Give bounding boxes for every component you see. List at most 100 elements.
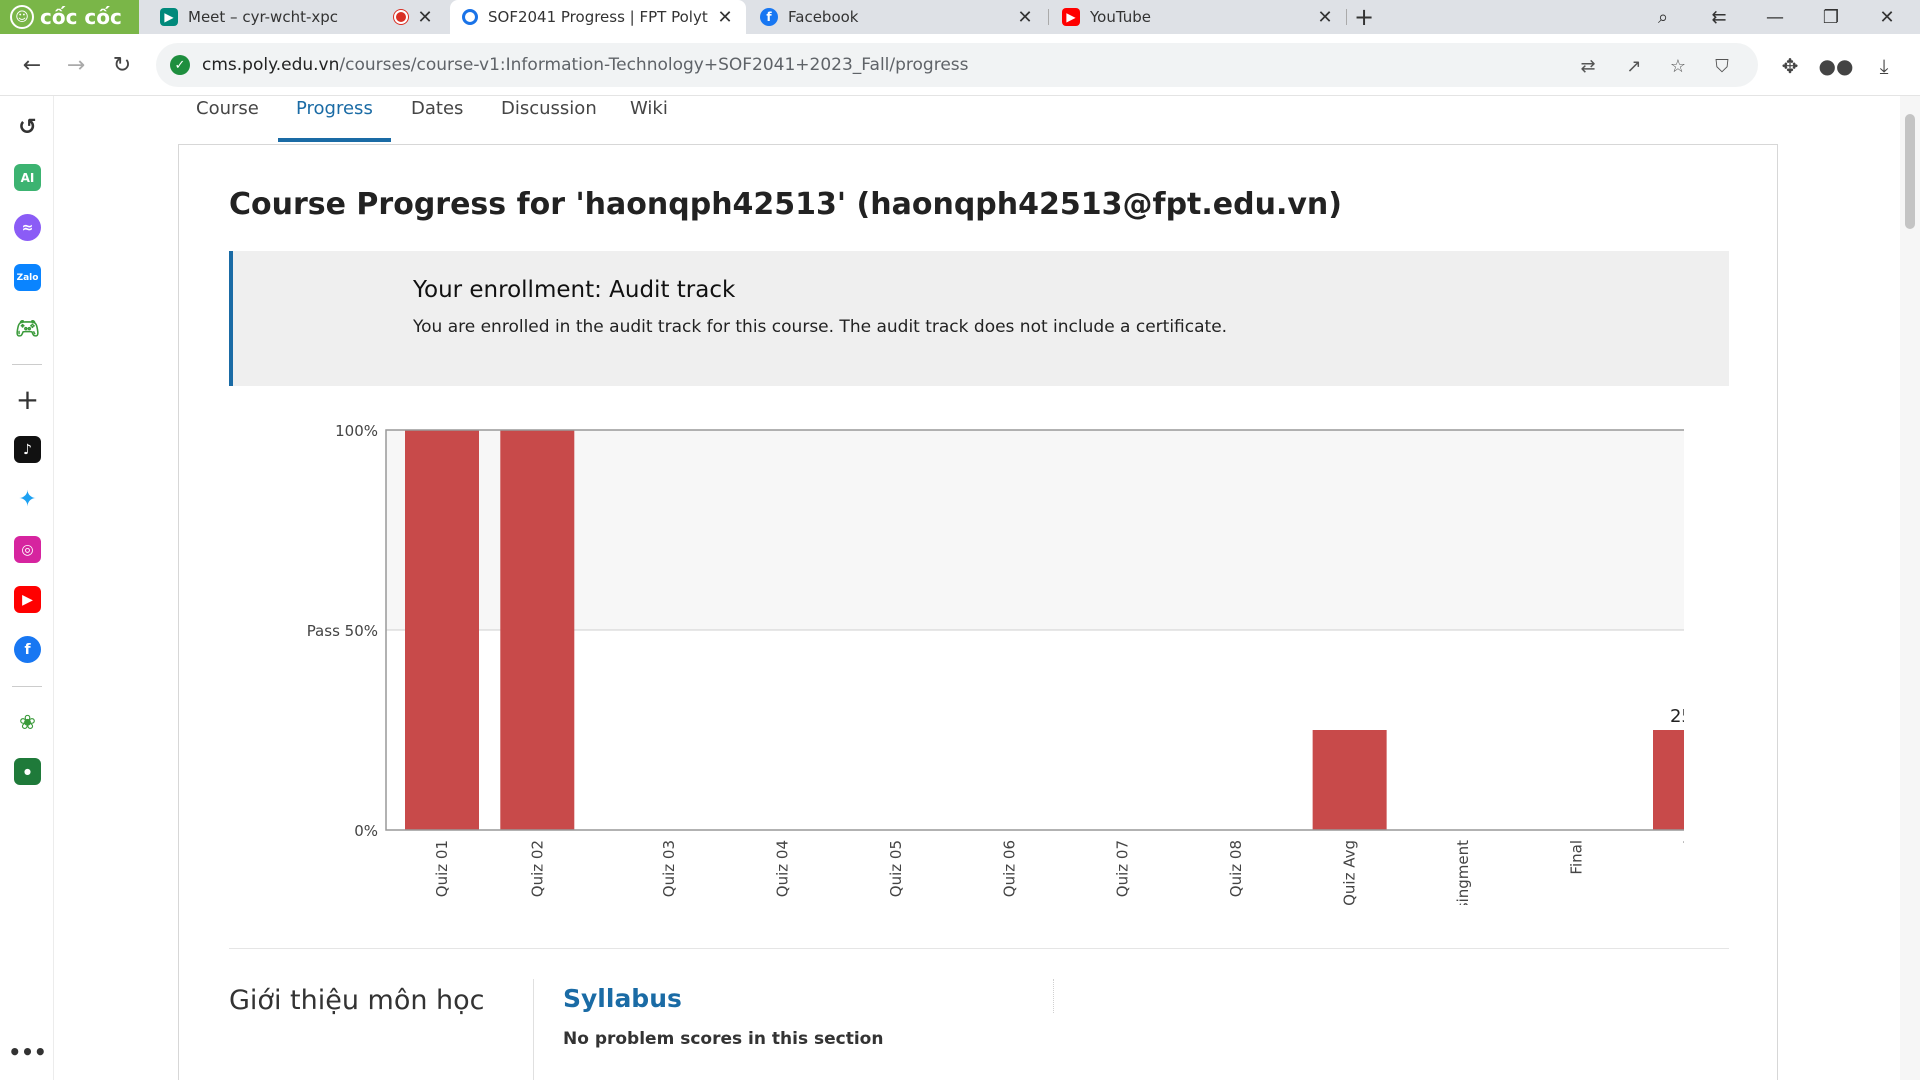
tab-facebook[interactable]: f Facebook ✕ bbox=[748, 0, 1046, 34]
tab-youtube[interactable]: ▶ YouTube ✕ bbox=[1050, 0, 1346, 34]
x-tick-label: Quiz 01 bbox=[433, 840, 451, 897]
section-separator bbox=[1053, 979, 1054, 1013]
tab-label: Progress bbox=[296, 98, 373, 119]
page-content: Course Progress Dates Discussion Wiki Co… bbox=[55, 96, 1900, 1080]
scrollbar-thumb[interactable] bbox=[1905, 114, 1915, 229]
new-tab-icon[interactable]: + bbox=[1336, 0, 1392, 34]
secure-lock-icon: ✓ bbox=[170, 55, 190, 75]
coccoc-extra-icon[interactable]: ❀ bbox=[14, 708, 41, 735]
close-window-icon[interactable]: ✕ bbox=[1859, 0, 1915, 34]
tab-meet[interactable]: ▶ Meet – cyr-wcht-xpc ✕ bbox=[148, 0, 446, 34]
back-icon[interactable]: ← bbox=[16, 49, 48, 81]
browser-tab-bar: ☺ cốc cốc ▶ Meet – cyr-wcht-xpc ✕ SOF204… bbox=[0, 0, 1920, 34]
coccoc-brand[interactable]: ☺ cốc cốc bbox=[0, 0, 139, 34]
tab-discussion[interactable]: Discussion bbox=[501, 96, 597, 144]
youtube-icon: ▶ bbox=[1062, 8, 1080, 26]
y-tick-label: 100% bbox=[335, 425, 378, 440]
tab-wiki[interactable]: Wiki bbox=[630, 96, 668, 144]
no-scores-note: No problem scores in this section bbox=[563, 1029, 884, 1049]
game-controller-icon[interactable]: 🎮︎ bbox=[14, 314, 41, 341]
tab-search-icon[interactable]: ⌕ bbox=[1635, 0, 1691, 34]
khoai-icon[interactable]: ● bbox=[14, 758, 41, 785]
y-tick-label: Pass 50% bbox=[307, 622, 378, 640]
tab-progress[interactable]: SOF2041 Progress | FPT Polytechnic ✕ bbox=[450, 0, 746, 34]
recording-icon bbox=[394, 10, 408, 24]
share-icon[interactable]: ↗ bbox=[1622, 54, 1646, 78]
instagram-icon[interactable]: ◎ bbox=[14, 536, 41, 563]
forward-icon[interactable]: → bbox=[60, 49, 92, 81]
close-tab-icon[interactable]: ✕ bbox=[1316, 7, 1334, 28]
page-title: Course Progress for 'haonqph42513' (haon… bbox=[229, 187, 1342, 222]
bar-quiz-01 bbox=[405, 430, 479, 830]
messenger-icon[interactable]: ≈ bbox=[14, 214, 41, 241]
progress-card: Course Progress for 'haonqph42513' (haon… bbox=[178, 144, 1778, 1080]
enrollment-text: You are enrolled in the audit track for … bbox=[413, 317, 1228, 337]
ai-assistant-icon[interactable]: AI bbox=[14, 164, 41, 191]
course-nav: Course Progress Dates Discussion Wiki bbox=[55, 96, 1900, 144]
close-tab-icon[interactable]: ✕ bbox=[716, 7, 734, 28]
x-tick-label: Quiz 07 bbox=[1114, 840, 1132, 897]
tab-title: YouTube bbox=[1090, 8, 1151, 26]
subsection-title[interactable]: Syllabus bbox=[563, 984, 682, 1013]
history-icon[interactable]: ↺ bbox=[14, 114, 41, 141]
profile-icon[interactable]: ●● bbox=[1819, 53, 1854, 79]
close-tab-icon[interactable]: ✕ bbox=[416, 7, 434, 28]
x-tick-label: Assingment bbox=[1454, 840, 1472, 905]
x-tick-label: Final bbox=[1568, 840, 1586, 875]
back-history-icon[interactable]: ⇇ bbox=[1691, 0, 1747, 34]
browser-sidebar: ↺ AI ≈ Zalo 🎮︎ + ♪ ✦ ◎ ▶ f ❀ ● ••• bbox=[0, 96, 54, 1080]
address-bar[interactable]: ✓ cms.poly.edu.vn/courses/course-v1:Info… bbox=[156, 43, 1758, 87]
bookmark-star-icon[interactable]: ☆ bbox=[1666, 54, 1690, 78]
section-title: Giới thiệu môn học bbox=[229, 985, 485, 1016]
page-scrollbar[interactable] bbox=[1900, 96, 1920, 1080]
sidebar-divider bbox=[12, 364, 42, 365]
coccoc-logo-icon: ☺ bbox=[10, 5, 34, 29]
restore-icon[interactable]: ❐ bbox=[1803, 0, 1859, 34]
section-separator bbox=[533, 979, 534, 1080]
more-icon[interactable]: ••• bbox=[8, 1038, 46, 1065]
reload-icon[interactable]: ↻ bbox=[106, 49, 138, 81]
data-label: 25% bbox=[1670, 706, 1684, 727]
sidebar-divider bbox=[12, 686, 42, 687]
section-divider bbox=[229, 948, 1729, 949]
twitter-icon[interactable]: ✦ bbox=[14, 486, 41, 513]
add-app-icon[interactable]: + bbox=[14, 383, 41, 416]
tab-separator bbox=[1048, 9, 1049, 25]
tab-label: Dates bbox=[411, 98, 464, 119]
tiktok-icon[interactable]: ♪ bbox=[14, 436, 41, 463]
enrollment-banner: Your enrollment: Audit track You are enr… bbox=[229, 251, 1729, 386]
shield-icon[interactable]: ⛉ bbox=[1710, 54, 1734, 78]
download-icon[interactable]: ⤓ bbox=[1871, 53, 1897, 79]
tab-course[interactable]: Course bbox=[196, 96, 259, 144]
tab-label: Wiki bbox=[630, 98, 668, 119]
translate-icon[interactable]: ⇄ bbox=[1576, 54, 1600, 78]
facebook-sidebar-icon[interactable]: f bbox=[14, 636, 41, 663]
url-path: /courses/course-v1:Information-Technolog… bbox=[339, 55, 969, 75]
bar-total bbox=[1653, 730, 1684, 830]
tab-progress[interactable]: Progress bbox=[278, 96, 391, 144]
google-meet-icon: ▶ bbox=[160, 8, 178, 26]
x-tick-label: Quiz 04 bbox=[773, 840, 791, 897]
url-host: cms.poly.edu.vn bbox=[202, 55, 340, 75]
facebook-icon: f bbox=[760, 8, 778, 26]
tab-title: Meet – cyr-wcht-xpc bbox=[188, 8, 339, 26]
tab-title: SOF2041 Progress | FPT Polytechnic bbox=[488, 8, 708, 26]
tab-label: Course bbox=[196, 98, 259, 119]
url-text: cms.poly.edu.vn/courses/course-v1:Inform… bbox=[202, 55, 969, 75]
youtube-sidebar-icon[interactable]: ▶ bbox=[14, 586, 41, 613]
x-tick-label: Quiz 08 bbox=[1227, 840, 1245, 897]
active-tab-indicator bbox=[278, 138, 391, 142]
zalo-icon[interactable]: Zalo bbox=[14, 264, 41, 291]
enrollment-heading: Your enrollment: Audit track bbox=[413, 277, 736, 303]
tab-dates[interactable]: Dates bbox=[411, 96, 463, 144]
close-tab-icon[interactable]: ✕ bbox=[1016, 7, 1034, 28]
bar-quiz-02 bbox=[500, 430, 575, 830]
x-tick-label: Quiz 06 bbox=[1000, 840, 1018, 897]
bar-quiz-avg bbox=[1312, 730, 1387, 830]
extensions-icon[interactable]: ✥ bbox=[1777, 53, 1803, 79]
x-tick-label: Quiz 02 bbox=[528, 840, 546, 897]
browser-toolbar: ← → ↻ ✓ cms.poly.edu.vn/courses/course-v… bbox=[0, 34, 1920, 96]
tab-title: Facebook bbox=[788, 8, 859, 26]
minimize-icon[interactable]: — bbox=[1747, 0, 1803, 34]
x-tick-label: Quiz 03 bbox=[660, 840, 678, 897]
